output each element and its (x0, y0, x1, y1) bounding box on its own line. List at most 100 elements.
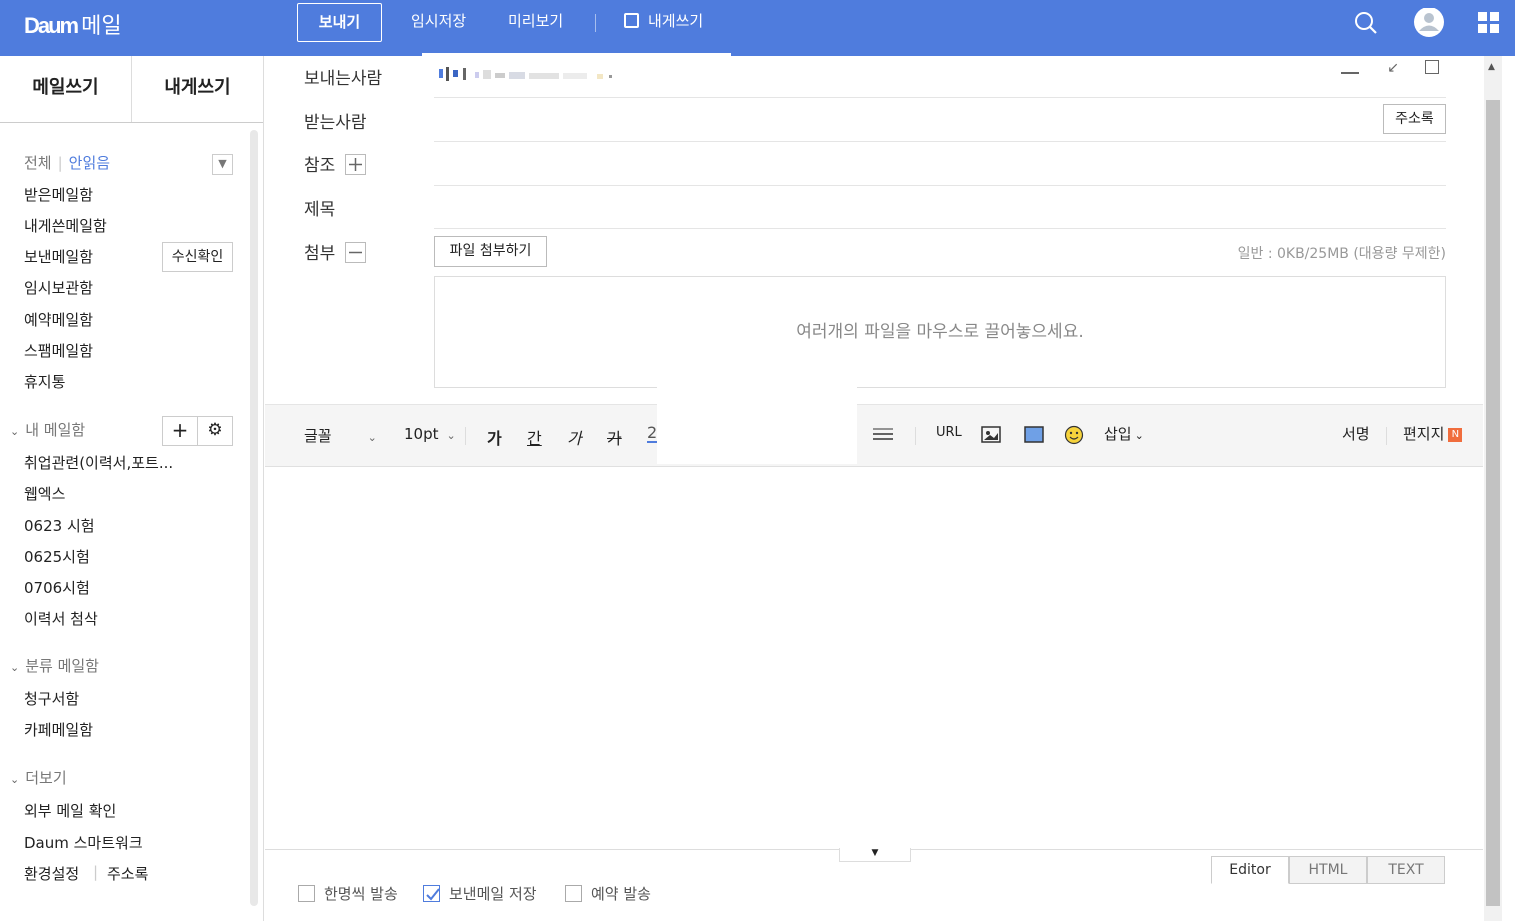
more-section[interactable]: ⌄ 더보기 (10, 767, 67, 788)
schedule-send-option[interactable]: 예약 발송 (565, 883, 651, 904)
text-color-button[interactable]: 2 (647, 425, 658, 443)
attach-file-button[interactable]: 파일 첨부하기 (434, 236, 547, 267)
bold-button[interactable]: 가 (487, 425, 502, 449)
logo[interactable]: Daum 메일 (24, 8, 122, 40)
service-name: 메일 (81, 14, 122, 39)
save-draft-button[interactable]: 임시저장 (411, 6, 466, 36)
sidebar-item-scheduled[interactable]: 예약메일함 (24, 309, 93, 330)
sidebar-item-cafe[interactable]: 카페메일함 (24, 719, 93, 740)
minimize-icon[interactable] (1341, 72, 1359, 74)
add-mailbox-plus-icon[interactable]: + (162, 416, 198, 446)
cc-plus-icon[interactable] (345, 154, 367, 175)
attach-minus-icon[interactable] (345, 242, 367, 263)
emoticon-icon[interactable] (1064, 425, 1084, 449)
my-mailbox-section[interactable]: ⌄ 내 메일함 (10, 419, 85, 440)
to-divider (434, 141, 1446, 142)
to-input[interactable] (434, 104, 1374, 134)
mailbox-settings-gear-icon[interactable]: ⚙ (197, 416, 233, 446)
sidebar-item-inbox[interactable]: 받은메일함 (24, 184, 93, 205)
tab-write-to-self[interactable]: 내게쓰기 (131, 56, 263, 122)
font-size-label: 10pt (404, 425, 439, 443)
send-individually-checkbox[interactable] (298, 885, 315, 902)
more-title: 더보기 (25, 769, 67, 787)
sidebar-item-settings[interactable]: 환경설정 (24, 863, 79, 884)
schedule-send-checkbox[interactable] (565, 885, 582, 902)
collapse-icon[interactable]: ↙ (1387, 60, 1399, 76)
send-individually-option[interactable]: 한명씩 발송 (298, 883, 398, 904)
sidebar-item-sent[interactable]: 보낸메일함 (24, 246, 93, 267)
sidebar-item-0623[interactable]: 0623 시험 (24, 515, 95, 536)
profile-avatar-icon[interactable] (1409, 7, 1449, 48)
subject-divider (434, 228, 1446, 229)
redacted-region (657, 384, 857, 464)
font-size-select[interactable]: 10pt ⌄ (404, 425, 456, 443)
sidebar-item-address-book[interactable]: 주소록 (107, 863, 148, 884)
from-divider (434, 97, 1446, 98)
url-link-button[interactable]: URL (936, 425, 962, 440)
tab-compose[interactable]: 메일쓰기 (0, 56, 131, 122)
tab-editor[interactable]: Editor (1211, 856, 1289, 884)
compose-footer: ▼ 한명씩 발송 보낸메일 저장 예약 발송 Editor HTML TEXT (265, 848, 1483, 921)
sidebar-item-0706[interactable]: 0706시험 (24, 577, 90, 598)
sidebar-item-drafts[interactable]: 임시보관함 (24, 277, 93, 298)
category-mailbox-title: 분류 메일함 (25, 657, 99, 675)
sidebar-item-webex[interactable]: 웹엑스 (24, 483, 65, 504)
image-icon[interactable] (981, 426, 1001, 448)
insert-dropdown[interactable]: 삽입 ⌄ (1104, 423, 1144, 444)
stationery-button[interactable]: 편지지 N (1403, 423, 1463, 444)
sidebar-item-sent-to-self[interactable]: 내게쓴메일함 (24, 215, 107, 236)
filter-dropdown-chevron-icon[interactable]: ▼ (212, 154, 233, 175)
stationery-label: 편지지 (1403, 425, 1445, 443)
schedule-send-label: 예약 발송 (591, 885, 651, 903)
page-scrollbar[interactable]: ▲ (1484, 56, 1502, 921)
italic-button[interactable]: 가 (567, 425, 582, 449)
sidebar-item-trash[interactable]: 휴지통 (24, 371, 65, 392)
scroll-up-arrow-icon[interactable]: ▲ (1488, 62, 1495, 72)
editor-mode-tabs: Editor HTML TEXT (1211, 856, 1445, 884)
filter-divider: | (57, 154, 63, 172)
popout-icon[interactable] (1425, 60, 1439, 74)
send-button[interactable]: 보내기 (297, 3, 382, 42)
sidebar-item-external-mail[interactable]: 외부 메일 확인 (24, 800, 116, 821)
sidebar-scrollbar[interactable] (250, 130, 258, 906)
filter-all[interactable]: 전체 (24, 154, 52, 172)
font-family-select[interactable]: 글꼴 ⌄ (304, 425, 377, 446)
filter-unread[interactable]: 안읽음 (69, 154, 110, 172)
app-grid-icon[interactable] (1469, 8, 1509, 48)
search-icon[interactable] (1346, 8, 1386, 48)
underline-button[interactable]: 간 (527, 425, 542, 449)
read-receipt-button[interactable]: 수신확인 (162, 242, 233, 272)
preview-button[interactable]: 미리보기 (508, 6, 563, 36)
scrollbar-thumb[interactable] (1486, 100, 1500, 906)
sidebar-item-job[interactable]: 취업관련(이력서,포트... (24, 452, 173, 473)
chevron-down-icon: ⌄ (367, 431, 377, 444)
line-spacing-icon[interactable] (873, 427, 893, 447)
editor-toolbar: 글꼴 ⌄ 10pt ⌄ 가 간 가 가 2 URL 삽입 ⌄ 서명 편지지 N (265, 404, 1483, 467)
save-sent-label: 보낸메일 저장 (449, 885, 537, 903)
table-icon[interactable] (1024, 426, 1044, 448)
subject-input[interactable] (434, 192, 1444, 222)
sidebar-item-spam[interactable]: 스팸메일함 (24, 340, 93, 361)
mail-filter: 전체 | 안읽음 (24, 152, 110, 173)
caret-down-icon[interactable]: ▼ (839, 848, 911, 862)
save-sent-option[interactable]: 보낸메일 저장 (423, 883, 537, 904)
category-mailbox-section[interactable]: ⌄ 분류 메일함 (10, 655, 99, 676)
sidebar-divider: | (93, 863, 99, 881)
sidebar-item-smartwork[interactable]: Daum 스마트워크 (24, 832, 143, 853)
address-book-button[interactable]: 주소록 (1383, 104, 1446, 134)
chevron-down-icon: ⌄ (10, 773, 20, 786)
chevron-down-icon: ⌄ (10, 661, 20, 674)
file-dropzone[interactable]: 여러개의 파일을 마우스로 끌어놓으세요. (434, 276, 1446, 388)
tab-html[interactable]: HTML (1289, 856, 1367, 884)
strikethrough-button[interactable]: 가 (607, 425, 622, 449)
save-sent-checkbox[interactable] (423, 885, 440, 902)
write-to-self-toggle[interactable]: 내게쓰기 (624, 6, 703, 36)
sidebar-item-bills[interactable]: 청구서함 (24, 688, 79, 709)
editor-body[interactable] (265, 468, 1483, 848)
sidebar-item-0625[interactable]: 0625시험 (24, 546, 90, 567)
signature-button[interactable]: 서명 (1342, 423, 1370, 444)
tab-text[interactable]: TEXT (1367, 856, 1445, 884)
sender-address-redacted (439, 67, 612, 81)
sidebar-item-resume[interactable]: 이력서 첨삭 (24, 608, 98, 629)
write-to-self-checkbox[interactable] (624, 13, 639, 28)
